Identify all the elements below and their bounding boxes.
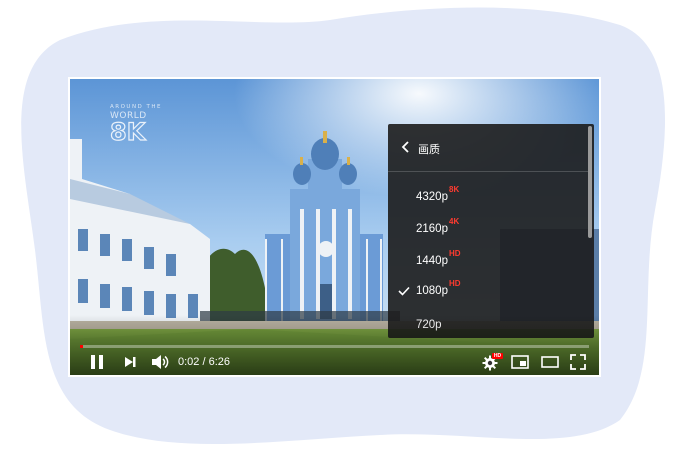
quality-option-1440p[interactable]: 1440p HD	[388, 246, 588, 276]
quality-menu: 画质 4320p 8K 2160p 4K 1440p HD 1080p HD	[388, 124, 594, 338]
quality-menu-title: 画质	[418, 143, 440, 156]
quality-option-4320p[interactable]: 4320p 8K	[388, 182, 588, 212]
quality-badge: HD	[449, 249, 461, 258]
page: AROUND THE WORLD 8K 画质 4320p 8K 2160p 4K…	[0, 0, 680, 450]
quality-option-label: 2160p	[416, 223, 448, 235]
play-icon[interactable]	[88, 353, 106, 371]
settings-button[interactable]: HD	[482, 353, 503, 371]
fullscreen-icon[interactable]	[569, 353, 587, 371]
quality-option-label: 1440p	[416, 255, 448, 267]
quality-option-label: 4320p	[416, 191, 448, 203]
checkmark-icon	[398, 286, 410, 296]
next-icon[interactable]	[122, 353, 138, 371]
quality-option-label: 1080p	[416, 285, 448, 297]
progress-bar-fill	[80, 345, 83, 348]
watermark-line3: 8K	[109, 117, 146, 146]
back-chevron-icon[interactable]	[400, 140, 412, 154]
theater-icon[interactable]	[540, 353, 560, 371]
quality-option-2160p[interactable]: 2160p 4K	[388, 214, 588, 244]
video-player[interactable]: AROUND THE WORLD 8K 画质 4320p 8K 2160p 4K…	[68, 77, 601, 377]
time-display: 0:02 / 6:26	[178, 356, 230, 368]
miniplayer-icon[interactable]	[510, 353, 530, 371]
quality-menu-header[interactable]: 画质	[388, 124, 588, 172]
menu-scrollbar[interactable]	[588, 126, 592, 238]
channel-watermark: AROUND THE WORLD 8K	[109, 104, 163, 146]
quality-option-1080p[interactable]: 1080p HD	[388, 276, 588, 306]
watermark-line1: AROUND THE	[110, 104, 163, 110]
hd-badge: HD	[492, 353, 503, 359]
quality-badge: 8K	[449, 185, 460, 194]
volume-icon[interactable]	[150, 353, 170, 371]
quality-badge: 4K	[449, 217, 460, 226]
quality-badge: HD	[449, 279, 461, 288]
progress-bar[interactable]	[80, 345, 589, 348]
